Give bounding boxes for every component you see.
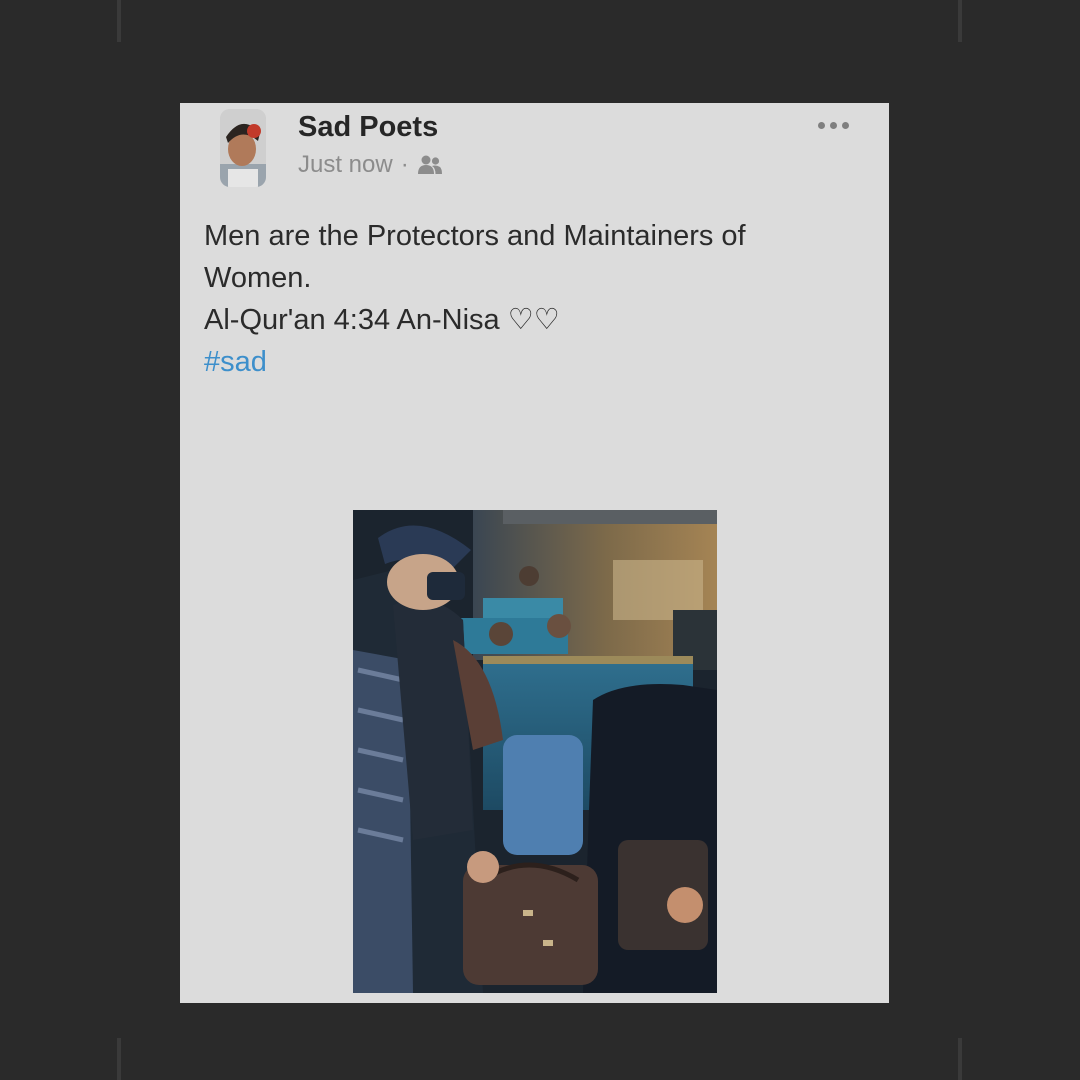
more-dot xyxy=(842,121,849,129)
more-dot xyxy=(818,121,825,129)
frame-tick xyxy=(117,1038,121,1080)
friends-icon[interactable] xyxy=(417,154,443,176)
post-timestamp[interactable]: Just now xyxy=(298,151,393,179)
post-meta: Just now · xyxy=(298,151,443,179)
more-options-icon[interactable] xyxy=(818,119,854,131)
post-photo[interactable] xyxy=(353,510,717,993)
more-dot xyxy=(830,121,837,129)
train-passengers-photo xyxy=(353,510,717,993)
post-card: Sad Poets Just now · Men are the Protect… xyxy=(180,103,889,1003)
author-avatar[interactable] xyxy=(220,109,266,187)
post-text: Men are the Protectors and Maintainers o… xyxy=(204,215,844,383)
hashtag-link[interactable]: #sad xyxy=(204,341,267,383)
frame-tick xyxy=(958,0,962,42)
post-text-line: Men are the Protectors and Maintainers o… xyxy=(204,220,746,294)
author-name[interactable]: Sad Poets xyxy=(298,111,438,144)
post-text-line: Al-Qur'an 4:34 An-Nisa ♡♡ xyxy=(204,304,560,336)
meta-separator: · xyxy=(400,151,409,178)
frame-tick xyxy=(117,0,121,42)
frame-tick xyxy=(958,1038,962,1080)
avatar-image xyxy=(220,109,266,187)
